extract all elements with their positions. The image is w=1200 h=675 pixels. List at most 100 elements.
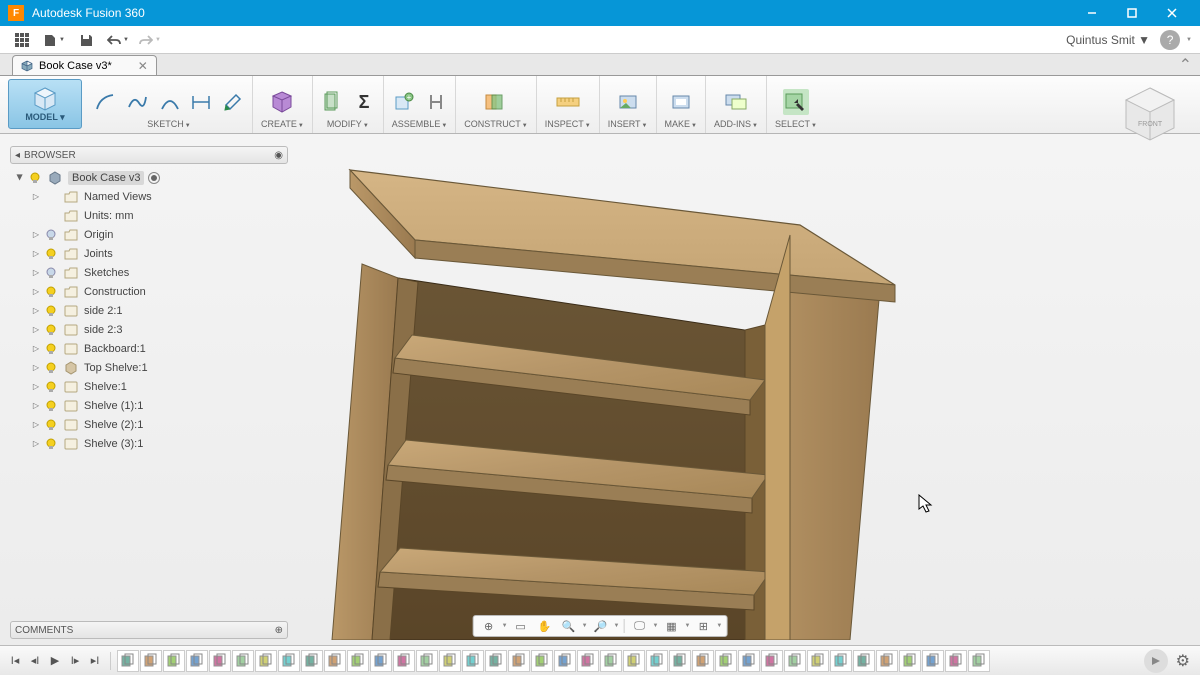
expand-arrow-icon[interactable]: ▷ [30,230,42,239]
viewport-layout-icon[interactable]: ⊞ [692,617,714,635]
scripts-addins-icon[interactable] [723,89,749,115]
expand-arrow-icon[interactable]: ▷ [30,363,42,372]
tree-item[interactable]: ▷side 2:1 [10,301,288,320]
tree-item[interactable]: ▷Shelve (2):1 [10,415,288,434]
timeline-feature[interactable] [554,650,576,672]
expand-arrow-icon[interactable]: ▷ [30,344,42,353]
timeline-feature[interactable] [692,650,714,672]
visibility-bulb-icon[interactable] [44,361,58,375]
data-panel-button[interactable] [8,28,36,52]
timeline-feature[interactable] [669,650,691,672]
timeline-feature[interactable] [784,650,806,672]
joint-icon[interactable] [423,89,449,115]
look-at-icon[interactable]: ▭ [510,617,532,635]
visibility-bulb-icon[interactable] [44,399,58,413]
workspace-model-button[interactable]: MODEL ▾ [8,79,82,129]
visibility-bulb-icon[interactable] [44,285,58,299]
create-sketch-icon[interactable] [220,89,246,115]
browser-header[interactable]: ◂ BROWSER ◉ [10,146,288,164]
timeline-feature[interactable] [738,650,760,672]
close-tab-icon[interactable]: ✕ [138,59,148,73]
timeline-feature[interactable] [853,650,875,672]
expand-arrow-icon[interactable]: ▷ [30,192,42,201]
spline-tool-icon[interactable] [124,89,150,115]
timeline-feature[interactable] [968,650,990,672]
measure-icon[interactable] [555,89,581,115]
browser-settings-icon[interactable]: ◉ [274,150,283,161]
timeline-feature[interactable] [876,650,898,672]
user-menu[interactable]: Quintus Smit ▼ [1066,33,1150,47]
construct-label[interactable]: CONSTRUCT▼ [462,119,529,131]
timeline-prev-icon[interactable]: ◂I [26,651,44,671]
insert-label[interactable]: INSERT▼ [606,119,650,131]
visibility-bulb-icon[interactable] [44,228,58,242]
timeline-feature[interactable] [416,650,438,672]
create-box-icon[interactable] [269,89,295,115]
modify-label[interactable]: MODIFY▼ [325,119,371,131]
create-label[interactable]: CREATE▼ [259,119,306,131]
zoom-icon[interactable]: 🔍 [558,617,580,635]
press-pull-icon[interactable] [319,89,345,115]
timeline-end-icon[interactable]: ▸I [86,651,104,671]
timeline-feature[interactable] [761,650,783,672]
timeline-feature[interactable] [209,650,231,672]
viewcube[interactable]: FRONT [1118,82,1182,146]
tree-item[interactable]: ▷side 2:3 [10,320,288,339]
visibility-bulb-icon[interactable] [28,171,42,185]
activate-radio-icon[interactable] [148,172,160,184]
insert-decal-icon[interactable] [615,89,641,115]
visibility-bulb-icon[interactable] [44,418,58,432]
select-label[interactable]: SELECT▼ [773,119,819,131]
timeline-feature[interactable] [623,650,645,672]
timeline-play-icon[interactable]: ▶ [46,651,64,671]
maximize-button[interactable] [1112,0,1152,26]
construct-plane-icon[interactable] [483,89,509,115]
timeline-feature[interactable] [715,650,737,672]
timeline-feature[interactable] [163,650,185,672]
comments-panel[interactable]: COMMENTS ⊕ [10,621,288,639]
expand-arrow-icon[interactable]: ▷ [30,420,42,429]
browser-collapse-icon[interactable]: ◂ [15,150,20,161]
close-button[interactable] [1152,0,1192,26]
timeline-feature[interactable] [646,650,668,672]
save-button[interactable] [72,28,100,52]
redo-button[interactable]: ▼ [136,28,164,52]
tree-item[interactable]: ▷Sketches [10,263,288,282]
timeline-feature[interactable] [117,650,139,672]
visibility-bulb-icon[interactable] [44,437,58,451]
add-comment-icon[interactable]: ⊕ [275,625,283,636]
help-button[interactable]: ? [1160,30,1180,50]
tree-item[interactable]: ▷Origin [10,225,288,244]
expand-arrow-icon[interactable]: ▶ [16,172,25,184]
inspect-label[interactable]: INSPECT▼ [543,119,593,131]
timeline-feature[interactable] [577,650,599,672]
timeline-feature[interactable] [255,650,277,672]
timeline-next-icon[interactable]: I▸ [66,651,84,671]
timeline-start-icon[interactable]: I◂ [6,651,24,671]
tree-item[interactable]: ▷Shelve (1):1 [10,396,288,415]
make-label[interactable]: MAKE▼ [663,119,699,131]
timeline-feature[interactable] [370,650,392,672]
expand-tabs-icon[interactable]: ⌃ [1179,55,1192,75]
timeline-feature[interactable] [347,650,369,672]
file-menu-button[interactable]: ▼ [40,28,68,52]
tree-item[interactable]: ▷Shelve:1 [10,377,288,396]
timeline-feature[interactable] [899,650,921,672]
orbit-icon[interactable]: ⊕ [478,617,500,635]
timeline-feature[interactable] [600,650,622,672]
visibility-bulb-icon[interactable] [44,266,58,280]
3d-print-icon[interactable] [668,89,694,115]
visibility-bulb-icon[interactable] [44,304,58,318]
tree-item[interactable]: Units: mm [10,206,288,225]
timeline-feature[interactable] [439,650,461,672]
timeline-feature[interactable] [393,650,415,672]
timeline-feature[interactable] [945,650,967,672]
visibility-bulb-icon[interactable] [44,380,58,394]
timeline-replay-icon[interactable] [1144,649,1168,673]
tree-item[interactable]: ▷Backboard:1 [10,339,288,358]
tree-item[interactable]: ▷Named Views [10,187,288,206]
display-settings-icon[interactable]: 🖵 [629,617,651,635]
timeline-feature[interactable] [324,650,346,672]
timeline-feature[interactable] [278,650,300,672]
pan-icon[interactable]: ✋ [534,617,556,635]
